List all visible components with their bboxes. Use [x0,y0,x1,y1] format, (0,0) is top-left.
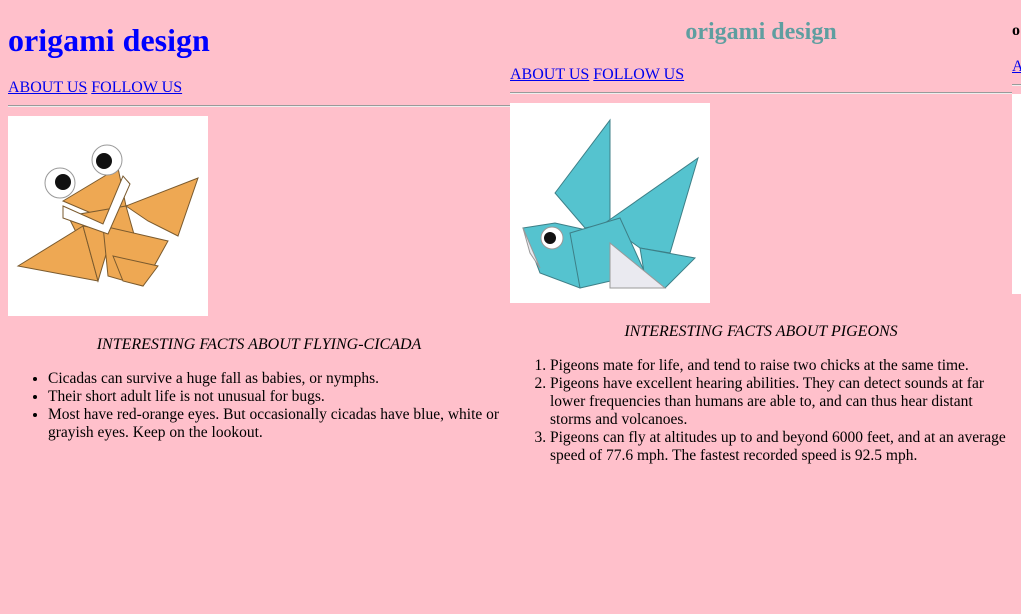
about-us-link[interactable]: ABOUT US [8,79,87,96]
about-us-link[interactable]: ABOUT US [510,66,589,83]
list-item: Cicadas can survive a huge fall as babie… [48,370,502,388]
partial-image [1012,94,1021,294]
origami-cicada-icon [16,144,199,287]
cicada-image [8,116,208,316]
divider [1012,84,1021,86]
page-title: o [1012,22,1020,39]
follow-us-link[interactable]: FOLLOW US [593,66,684,83]
about-us-link[interactable]: A [1012,58,1021,75]
facts-heading: INTERESTING FACTS ABOUT FLYING-CICADA [96,336,422,353]
list-item: Pigeons mate for life, and tend to raise… [550,357,1012,375]
facts-list: Pigeons mate for life, and tend to raise… [510,357,1012,465]
nav-bar: ABOUT US FOLLOW US [8,79,182,97]
list-item: Pigeons have excellent hearing abilities… [550,375,1012,429]
nav-bar: ABOUT US FOLLOW US [510,66,684,84]
facts-heading: INTERESTING FACTS ABOUT PIGEONS [624,323,898,340]
divider [8,105,510,107]
nav-bar: A [1012,58,1021,76]
origami-pigeon-icon [522,118,699,289]
follow-us-link[interactable]: FOLLOW US [91,79,182,96]
page-title: origami design [8,22,210,58]
list-item: Most have red-orange eyes. But occasiona… [48,406,502,442]
divider [510,92,1012,94]
facts-list: Cicadas can survive a huge fall as babie… [8,370,502,442]
list-item: Pigeons can fly at altitudes up to and b… [550,429,1012,465]
page-title: origami design [685,19,837,45]
list-item: Their short adult life is not unusual fo… [48,388,502,406]
pigeon-image [510,103,710,303]
